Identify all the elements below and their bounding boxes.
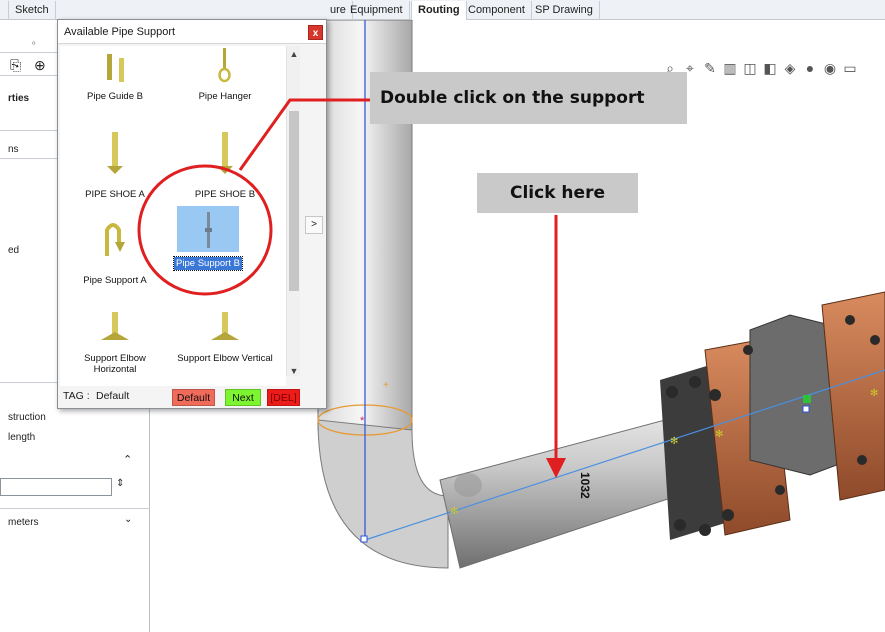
available-pipe-support-dialog[interactable]: Available Pipe Support x Pipe Guide B Pi…	[57, 19, 327, 409]
list-item[interactable]: Pipe Guide B	[60, 48, 170, 106]
expand-arrow-button[interactable]: >	[305, 216, 323, 234]
sketch-point: ✻	[715, 429, 723, 440]
parameters-heading: meters	[8, 517, 39, 528]
previous-view-icon[interactable]: ✎	[702, 60, 718, 77]
section-view-icon[interactable]: ▥	[722, 60, 738, 77]
expand-chevron-icon[interactable]: ⌄	[124, 514, 132, 525]
list-item[interactable]: Pipe Hanger	[170, 48, 280, 106]
support-elbow-horizontal-icon	[101, 312, 129, 340]
pipe-hanger-icon	[218, 48, 231, 83]
route-midpoint-marker[interactable]	[802, 405, 810, 413]
support-label: Pipe Hanger	[198, 91, 252, 102]
tab-equipment[interactable]: Equipment	[344, 1, 410, 20]
construction-option[interactable]: struction	[8, 412, 46, 423]
properties-heading: rties	[8, 93, 30, 104]
scroll-up-icon[interactable]: ▲	[287, 49, 301, 59]
support-label: Support Elbow Horizontal	[84, 353, 146, 375]
origin-marker: *	[360, 415, 365, 427]
pipe-shoe-b-icon	[217, 132, 233, 174]
collapse-chevron-icon[interactable]: ⌃	[123, 453, 132, 466]
sketch-point: ✻	[670, 436, 678, 447]
dimension-label[interactable]: 1032	[578, 472, 592, 499]
section-label-ns: ns	[8, 144, 19, 155]
tab-routing[interactable]: Routing	[411, 1, 467, 20]
list-item-selected[interactable]: Pipe Support B	[170, 206, 280, 286]
pipe-support-b-icon	[205, 212, 212, 248]
edit-appearance-icon[interactable]: ●	[802, 60, 818, 77]
scroll-down-icon[interactable]: ▼	[287, 366, 301, 376]
support-elbow-vertical-icon	[211, 312, 239, 340]
pipe-highlight	[454, 473, 482, 497]
list-item[interactable]: PIPE SHOE A	[60, 128, 170, 200]
list-item[interactable]: Pipe Support A	[60, 214, 170, 286]
sketch-point: ✻	[450, 506, 458, 517]
view-orientation-icon[interactable]: ◫	[742, 60, 758, 77]
pipe-shoe-a-icon	[107, 132, 123, 174]
pipe-elbow[interactable]	[317, 419, 449, 569]
support-label: Pipe Guide B	[87, 91, 143, 102]
connection-point-marker[interactable]	[803, 395, 811, 403]
tab-component[interactable]: Component	[462, 1, 532, 20]
config-tab-icon[interactable]: ⊕	[34, 57, 46, 74]
support-label: Pipe Support A	[83, 275, 147, 286]
next-button[interactable]: Next	[225, 389, 261, 406]
panel-pin-icon[interactable]: ⚬	[30, 38, 38, 49]
display-style-icon[interactable]: ◧	[762, 60, 778, 77]
section-label-ed: ed	[8, 245, 20, 256]
spin-buttons-icon[interactable]: ⇕	[116, 478, 124, 489]
tab-sp-drawing[interactable]: SP Drawing	[529, 1, 600, 20]
list-item[interactable]: Support Elbow Vertical	[170, 310, 280, 386]
support-list[interactable]: Pipe Guide B Pipe Hanger PIPE SHOE A PIP	[60, 46, 286, 402]
dialog-footer: TAG : Default Default Next [DEL]	[58, 386, 326, 408]
tab-sketch[interactable]: Sketch	[8, 1, 56, 20]
app-window: Sketch ure Equipment Routing Component S…	[0, 0, 885, 632]
support-label: PIPE SHOE A	[85, 189, 145, 200]
dialog-title[interactable]: Available Pipe Support	[58, 20, 326, 44]
route-endpoint-marker[interactable]	[360, 535, 368, 543]
support-label: PIPE SHOE B	[194, 189, 256, 200]
heads-up-toolbar: ⌕ ⌖ ✎ ▥ ◫ ◧ ◈ ● ◉ ▭	[662, 60, 858, 77]
tag-label: TAG :	[63, 390, 90, 402]
close-icon[interactable]: x	[308, 25, 323, 40]
sketch-point: ✻	[870, 388, 878, 399]
point-marker: +	[383, 380, 389, 391]
panel-divider	[0, 508, 150, 509]
list-item[interactable]: Support Elbow Horizontal	[60, 310, 170, 386]
scroll-thumb[interactable]	[289, 111, 299, 291]
double-click-callout: Double click on the support	[370, 72, 687, 124]
dialog-side-strip: >	[302, 46, 326, 376]
list-item[interactable]: PIPE SHOE B	[170, 128, 280, 200]
length-option[interactable]: length	[8, 432, 35, 443]
support-label: Support Elbow Vertical	[177, 353, 273, 364]
delete-button[interactable]: [DEL]	[267, 389, 300, 406]
click-here-callout: Click here	[477, 173, 638, 213]
hide-show-icon[interactable]: ◈	[782, 60, 798, 77]
pipe-support-a-icon	[105, 223, 125, 256]
command-manager-tabs: Sketch ure Equipment Routing Component S…	[0, 0, 885, 20]
scene-icon[interactable]: ◉	[822, 60, 838, 77]
view-settings-icon[interactable]: ▭	[842, 60, 858, 77]
dialog-scrollbar[interactable]: ▲ ▼	[286, 46, 300, 376]
value-input[interactable]	[0, 478, 112, 496]
pipe-guide-b-icon	[107, 54, 124, 82]
tag-value[interactable]: Default	[96, 390, 129, 402]
default-button[interactable]: Default	[172, 389, 215, 406]
properties-tab-icon[interactable]: ⎘	[10, 57, 21, 74]
support-label-selected: Pipe Support B	[173, 256, 243, 271]
